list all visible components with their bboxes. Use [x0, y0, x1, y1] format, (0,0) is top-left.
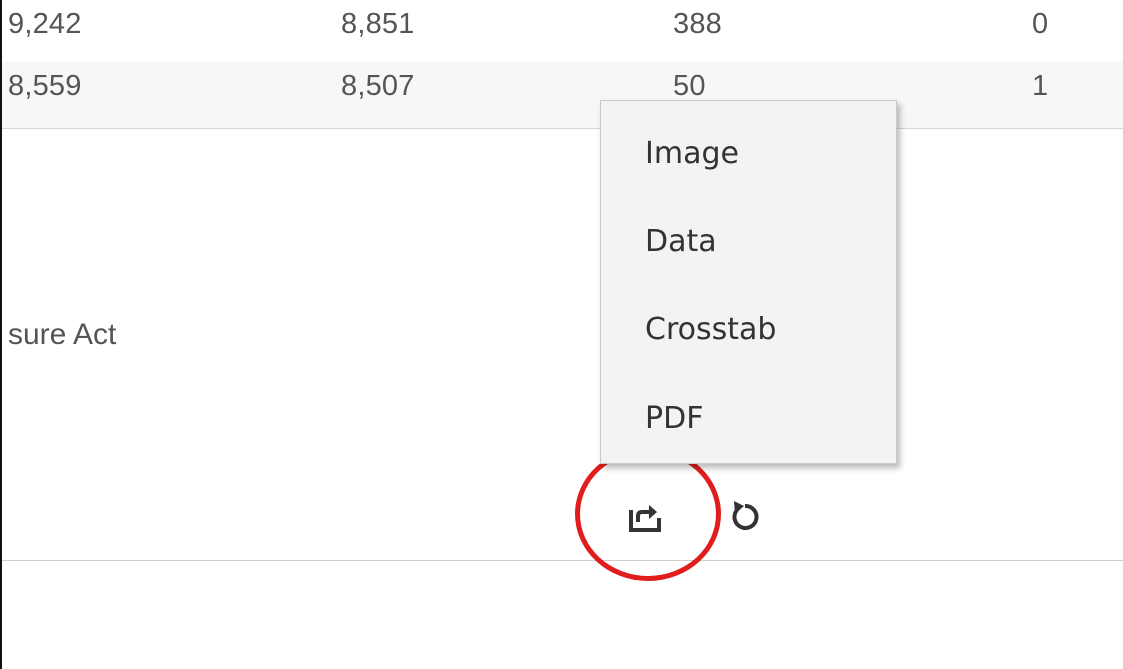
share-export-icon — [629, 505, 661, 532]
revert-button[interactable] — [720, 490, 770, 542]
divider — [2, 560, 1123, 561]
menu-item-crosstab[interactable]: Crosstab — [645, 312, 776, 347]
table-cell: 8,559 — [8, 70, 82, 102]
table-cell: 1 — [1032, 70, 1049, 102]
table-cell: 8,507 — [341, 70, 415, 102]
menu-item-pdf[interactable]: PDF — [645, 401, 703, 436]
table-cell: 8,851 — [341, 8, 415, 40]
menu-item-data[interactable]: Data — [645, 224, 717, 259]
table-row: 8,559 8,507 50 1 — [2, 62, 1123, 129]
row-label: sure Act — [8, 318, 117, 351]
export-menu: Image Data Crosstab PDF — [600, 100, 897, 464]
dashboard-view: 9,242 8,851 388 0 8,559 8,507 50 1 sure … — [0, 0, 1123, 669]
table-row: 9,242 8,851 388 0 — [2, 0, 1123, 62]
export-button[interactable] — [619, 490, 671, 542]
table-cell: 388 — [673, 8, 722, 40]
table-cell: 50 — [673, 70, 706, 102]
revert-icon — [732, 501, 759, 530]
menu-item-image[interactable]: Image — [645, 136, 739, 171]
table-cell: 9,242 — [8, 8, 82, 40]
table-cell: 0 — [1032, 8, 1049, 40]
